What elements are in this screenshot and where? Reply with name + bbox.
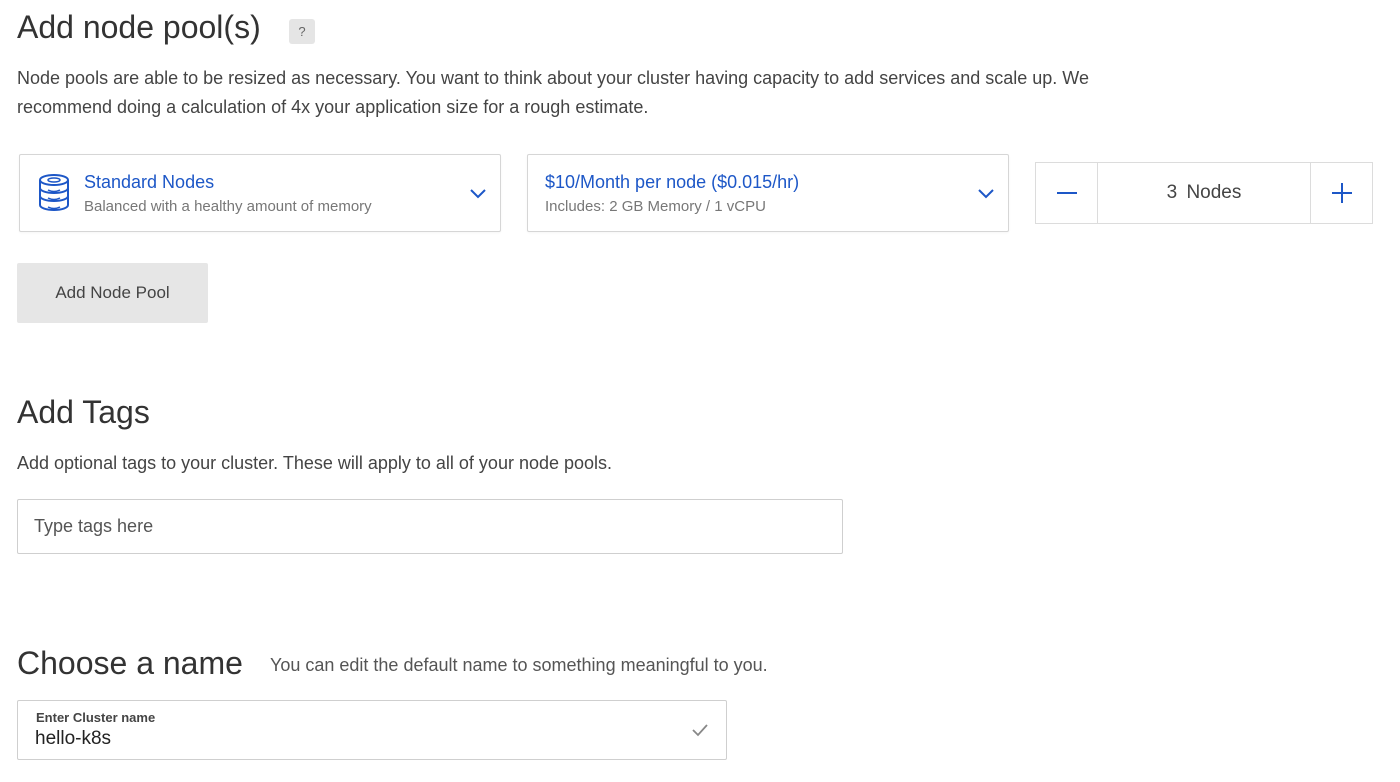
- minus-icon: [1056, 192, 1077, 194]
- increment-button[interactable]: [1310, 163, 1372, 223]
- name-heading: Choose a name: [17, 645, 243, 681]
- node-type-subtitle: Balanced with a healthy amount of memory: [84, 198, 372, 215]
- create-cluster-page: Add node pool(s) ? Node pools are able t…: [0, 0, 1400, 782]
- tags-input[interactable]: [17, 499, 843, 554]
- chevron-down-icon: [470, 189, 486, 199]
- chevron-down-icon: [978, 189, 994, 199]
- check-icon: [692, 724, 708, 737]
- node-type-select[interactable]: Standard Nodes Balanced with a healthy a…: [19, 154, 501, 232]
- cluster-name-label: Enter Cluster name: [36, 710, 156, 725]
- database-icon: [37, 173, 71, 215]
- tags-description: Add optional tags to your cluster. These…: [17, 453, 613, 473]
- cluster-name-input[interactable]: [35, 728, 635, 750]
- name-hint: You can edit the default name to somethi…: [270, 655, 768, 675]
- node-plan-title: $10/Month per node ($0.015/hr): [545, 172, 800, 192]
- cluster-name-field: Enter Cluster name: [17, 700, 727, 760]
- node-count-stepper: 3 Nodes: [1035, 162, 1373, 224]
- add-node-pool-button[interactable]: Add Node Pool: [17, 263, 208, 323]
- decrement-button[interactable]: [1036, 163, 1098, 223]
- node-plan-select[interactable]: $10/Month per node ($0.015/hr) Includes:…: [527, 154, 1009, 232]
- node-plan-subtitle: Includes: 2 GB Memory / 1 vCPU: [545, 198, 766, 215]
- node-pools-heading: Add node pool(s): [17, 9, 261, 45]
- node-pools-description: Node pools are able to be resized as nec…: [17, 68, 1089, 117]
- node-count-value[interactable]: 3 Nodes: [1098, 163, 1310, 223]
- help-icon[interactable]: ?: [289, 19, 315, 44]
- node-type-title: Standard Nodes: [84, 172, 215, 192]
- plus-icon: [1331, 183, 1352, 203]
- tags-heading: Add Tags: [17, 394, 150, 430]
